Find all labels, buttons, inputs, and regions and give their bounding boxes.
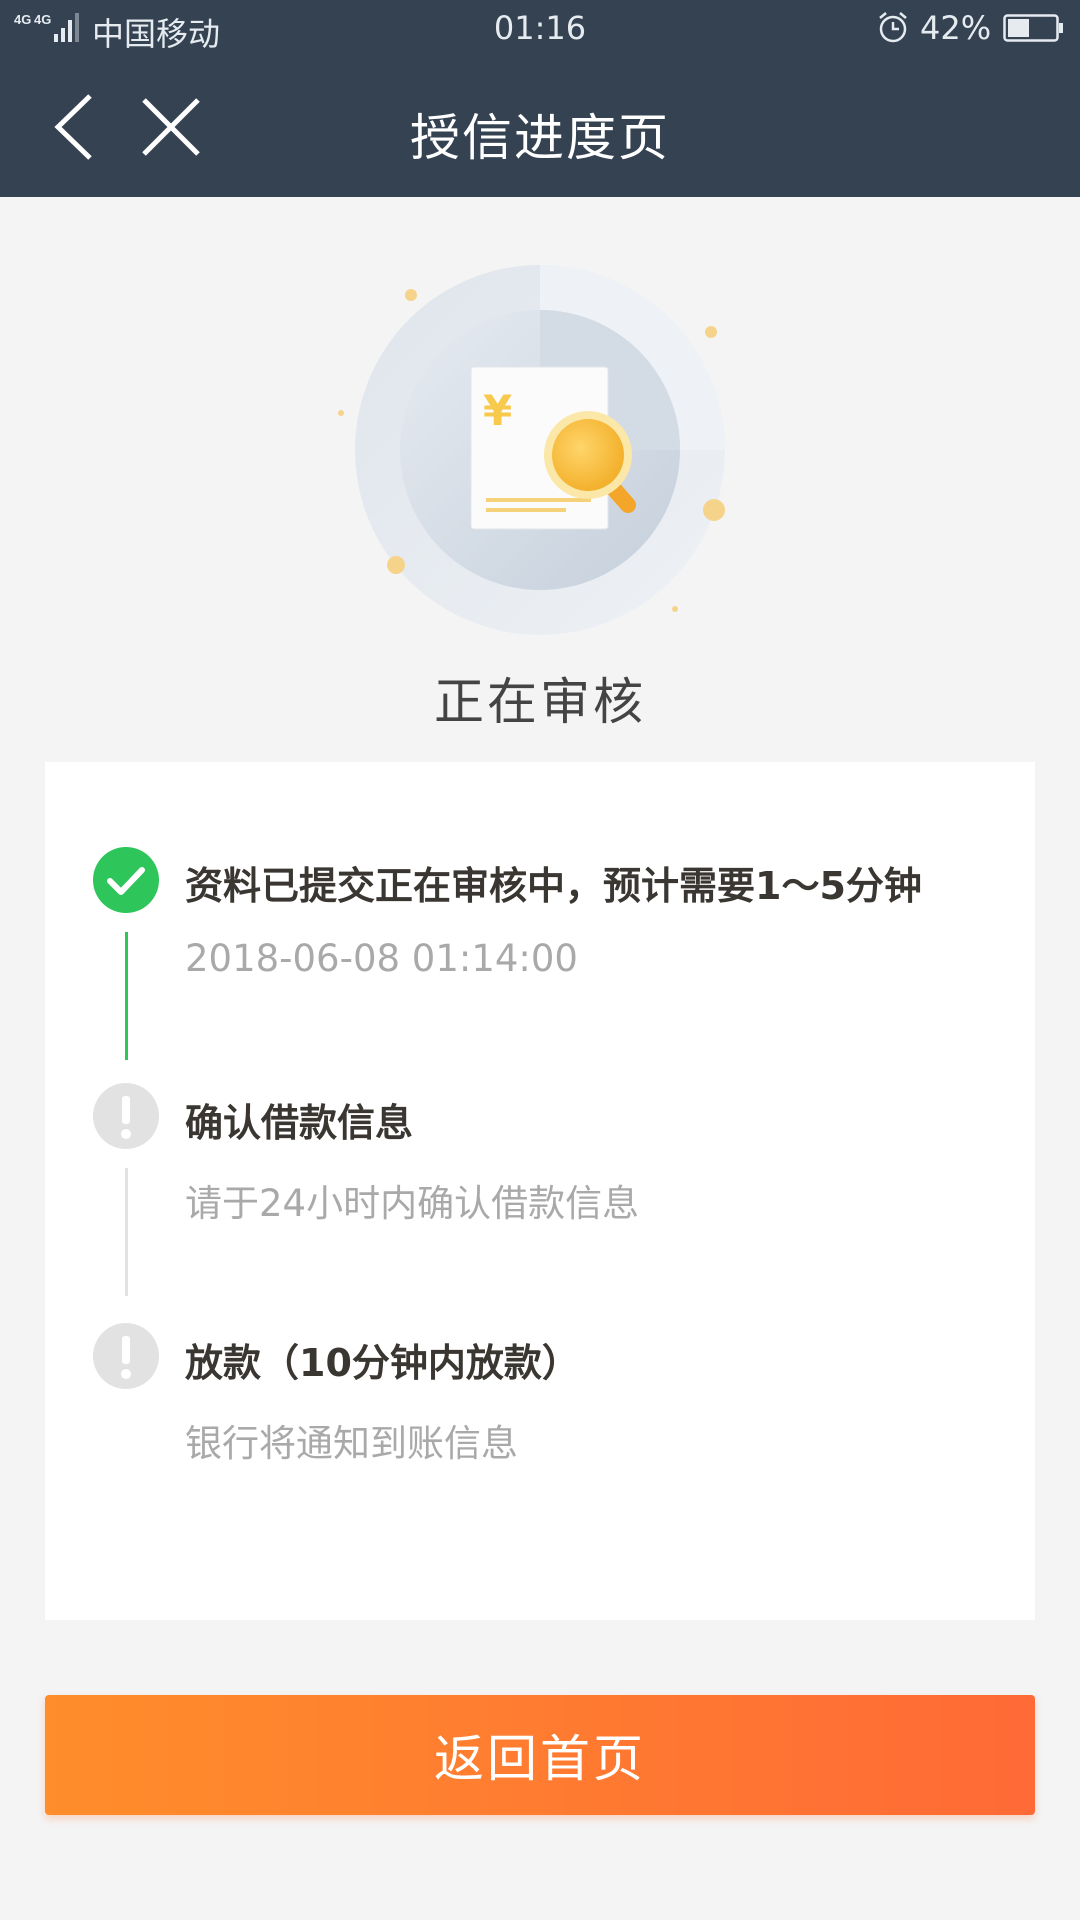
step-title: 放款（10分钟内放款） [185,1341,580,1385]
exclamation-circle-icon [93,1323,159,1389]
progress-card: 资料已提交正在审核中，预计需要1～5分钟 2018-06-08 01:14:00… [45,762,1035,1620]
return-home-button[interactable]: 返回首页 [45,1695,1035,1815]
yen-icon: ¥ [483,386,512,435]
step-subtitle: 请于24小时内确认借款信息 [185,1182,640,1225]
check-circle-icon [93,847,159,913]
exclamation-circle-icon [93,1083,159,1149]
step-title: 确认借款信息 [185,1101,414,1145]
step-connector-pending [125,1168,128,1296]
page-title: 授信进度页 [410,109,670,167]
status-time: 01:16 [493,9,587,47]
status-bar: 4G 4G 中国移动 01:16 42% [0,0,1080,60]
top-header: 4G 4G 中国移动 01:16 42% 授信进度页 [0,0,1080,197]
step-subtitle: 银行将通知到账信息 [185,1422,518,1465]
alarm-icon [879,12,907,43]
battery-icon [1003,14,1063,42]
review-status-title: 正在审核 [434,673,646,731]
step-timestamp: 2018-06-08 01:14:00 [185,937,578,980]
step-title: 资料已提交正在审核中，预计需要1～5分钟 [185,864,922,908]
battery-percent: 42% [920,9,992,47]
step-connector-done [125,932,128,1060]
document-search-illustration: ¥ [338,265,725,635]
